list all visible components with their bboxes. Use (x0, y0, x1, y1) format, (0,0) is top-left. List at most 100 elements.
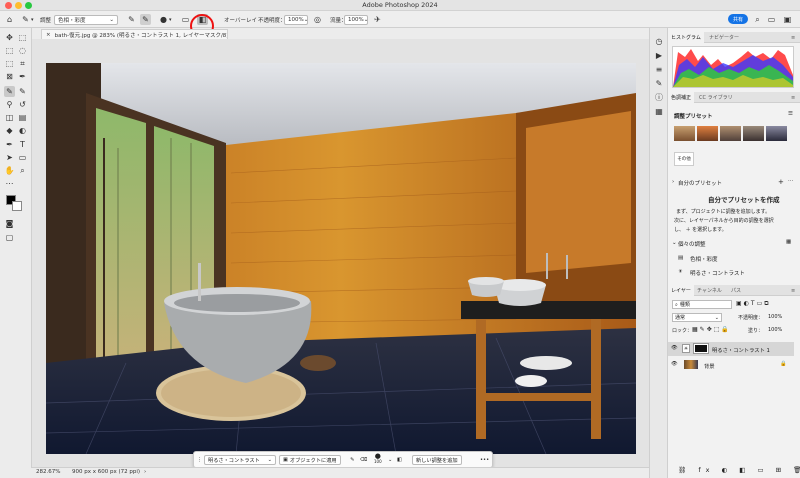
brush-subtract-icon[interactable]: ✎ (140, 14, 151, 25)
clone-stamp-tool-icon[interactable]: ⚲ (4, 99, 15, 110)
brush-tool-icon[interactable]: ✎ (17, 86, 28, 97)
visibility-eye-icon[interactable]: 👁 (671, 345, 678, 351)
tab-cc-libraries[interactable]: CC ライブラリ (696, 92, 736, 103)
status-arrow-icon[interactable]: › (144, 469, 146, 475)
airbrush-icon[interactable]: ✈ (372, 14, 383, 25)
more-presets-button[interactable]: その他 (674, 152, 694, 166)
layer-blend-mode-select[interactable]: 通常 ⌄ (672, 313, 722, 322)
tab-channels[interactable]: チャンネル (694, 285, 725, 296)
gradient-tool-icon[interactable]: ▤ (17, 112, 28, 123)
document-canvas[interactable] (46, 63, 636, 454)
play-icon[interactable]: ▶ (654, 50, 664, 60)
visibility-eye-icon[interactable]: 👁 (671, 361, 678, 367)
layer-filter-icons[interactable]: ▣◐T▭⧉ (736, 300, 771, 308)
my-presets-chevron-icon[interactable]: › (672, 179, 674, 185)
tab-histogram[interactable]: ヒストグラム (668, 32, 704, 43)
brush-size-picker[interactable]: ● ▾ (158, 14, 172, 25)
flow-field[interactable]: 100% ⌄ (344, 14, 368, 25)
my-presets-header[interactable]: 自分のプリセット (678, 179, 722, 187)
properties-icon[interactable]: ≡ (654, 64, 664, 74)
document-tab[interactable]: × bath-復元.jpg @ 283% (明るさ・コントラスト 1, レイヤー… (41, 29, 228, 39)
panel-menu-icon[interactable]: ≡ (788, 32, 798, 43)
lock-icons[interactable]: ▦✎✥⬚🔒 (692, 326, 731, 333)
type-tool-icon[interactable]: T (17, 139, 28, 150)
mask-icon[interactable]: ◧ (397, 455, 402, 465)
tab-paths[interactable]: パス (728, 285, 744, 296)
panel-menu-icon-2[interactable]: ≡ (788, 92, 798, 103)
history-icon[interactable]: ◷ (654, 36, 664, 46)
fill-value[interactable]: 100% (768, 327, 782, 333)
frame-tool-icon[interactable]: ⊠ (4, 71, 15, 82)
grid-icon[interactable]: ▦ (654, 106, 664, 116)
share-button[interactable]: 共有 (728, 14, 748, 24)
preset-thumbnail-3[interactable] (720, 126, 741, 141)
tab-navigator[interactable]: ナビゲーター (706, 32, 742, 43)
brush-icon[interactable]: ✎ (350, 455, 354, 465)
new-adjustment-button[interactable]: 新しい調整を追加 (412, 455, 462, 465)
opacity-field[interactable]: 100% ⌄ (284, 14, 308, 25)
eyedropper-tool-icon[interactable]: ✒ (17, 71, 28, 82)
preset-thumbnail-2[interactable] (697, 126, 718, 141)
apply-to-object-button[interactable]: ▣ オブジェクトに適用 (279, 455, 341, 465)
marquee-tool-icon[interactable]: ⬚ (4, 45, 15, 56)
brush-size-control[interactable]: ● 100 (374, 453, 382, 468)
screen-mode-icon[interactable]: ▢ (4, 232, 15, 243)
preset-thumbnail-4[interactable] (743, 126, 764, 141)
adjustment-type-select[interactable]: 明るさ・コントラスト ⌄ (204, 455, 276, 465)
quick-mask-icon[interactable]: ◙ (4, 218, 15, 229)
home-icon[interactable]: ⌂ (4, 14, 15, 25)
blur-tool-icon[interactable]: ◆ (4, 125, 15, 136)
hand-tool-icon[interactable]: ✋ (4, 165, 15, 176)
path-select-tool-icon[interactable]: ➤ (4, 152, 15, 163)
close-tab-icon[interactable]: × (46, 32, 51, 38)
more-options-icon[interactable]: ••• (480, 455, 489, 465)
panel-menu-icon-3[interactable]: ≡ (788, 285, 798, 296)
workspace-icon[interactable]: ▭ (766, 14, 777, 25)
more-icon[interactable]: ⋯ (788, 178, 794, 184)
tool-preset-picker[interactable]: ✎ ▾ (20, 14, 33, 25)
grid-view-icon[interactable]: ▦ (786, 239, 791, 245)
lasso-tool-icon[interactable]: ◌ (17, 45, 28, 56)
crop-tool-icon[interactable]: ⌗ (17, 58, 28, 69)
more-tools-icon[interactable]: ⋯ (4, 178, 15, 189)
preset-thumbnail-5[interactable] (766, 126, 787, 141)
adjustment-brush-tool-icon[interactable]: ✎ (4, 86, 15, 97)
layer-filter-select[interactable]: ⌕ 種類 (672, 300, 732, 309)
single-adjust-item-1[interactable]: 色相・彩度 (690, 255, 718, 263)
layer-name-background[interactable]: 背景 (704, 362, 715, 370)
eraser-tool-icon[interactable]: ◫ (4, 112, 15, 123)
brush-size-dropdown[interactable]: ⌄ (388, 455, 392, 465)
pressure-opacity-icon[interactable]: ◎ (312, 14, 323, 25)
preset-thumbnail-1[interactable] (674, 126, 695, 141)
pen-tool-icon[interactable]: ✒ (4, 139, 15, 150)
document-size[interactable]: 900 px x 600 px (72 ppi) (72, 469, 140, 475)
layer-mask-thumbnail[interactable] (693, 343, 709, 354)
single-adjust-item-2[interactable]: 明るさ・コントラスト (690, 269, 745, 277)
grip-icon[interactable]: ⋮ (197, 455, 202, 465)
layer-opacity-value[interactable]: 100% (768, 314, 782, 320)
info-icon[interactable]: ⓘ (654, 92, 664, 102)
adjustment-preset-select[interactable]: 色相・彩度 ⌄ (54, 14, 118, 25)
layer-name-adjustment[interactable]: 明るさ・コントラスト 1 (712, 346, 770, 354)
tab-adjustments[interactable]: 色調補正 (668, 92, 695, 103)
brush-erase-icon[interactable]: ⌫ (360, 455, 367, 465)
object-select-tool-icon[interactable]: ⬚ (4, 58, 15, 69)
move-tool-icon[interactable]: ✥ (4, 32, 15, 43)
tab-layers[interactable]: レイヤー (668, 285, 694, 296)
layer-row-adjustment[interactable]: 👁 ☀ 明るさ・コントラスト 1 (668, 342, 794, 356)
panel-toggle-icon[interactable]: ▣ (782, 14, 793, 25)
artboard-tool-icon[interactable]: ⬚ (17, 32, 28, 43)
brush-add-icon[interactable]: ✎ (126, 14, 137, 25)
blend-mode-label[interactable]: オーバーレイ (224, 14, 257, 25)
layer-row-background[interactable]: 👁 背景 🔒 (668, 358, 794, 372)
add-preset-icon[interactable]: + (778, 178, 784, 186)
single-adjustments-header[interactable]: 個々の調整 (678, 240, 706, 248)
single-adjust-chevron-icon[interactable]: ⌄ (672, 240, 677, 246)
list-view-icon[interactable]: ☰ (788, 111, 793, 117)
layers-footer-icons[interactable]: ⛓ fx ◐ ◧ ▭ ⊞ 🗑 (678, 466, 800, 474)
shape-tool-icon[interactable]: ▭ (17, 152, 28, 163)
history-brush-tool-icon[interactable]: ↺ (17, 99, 28, 110)
dodge-tool-icon[interactable]: ◐ (17, 125, 28, 136)
background-color-swatch[interactable] (12, 201, 22, 211)
search-icon[interactable]: ⌕ (752, 14, 763, 25)
